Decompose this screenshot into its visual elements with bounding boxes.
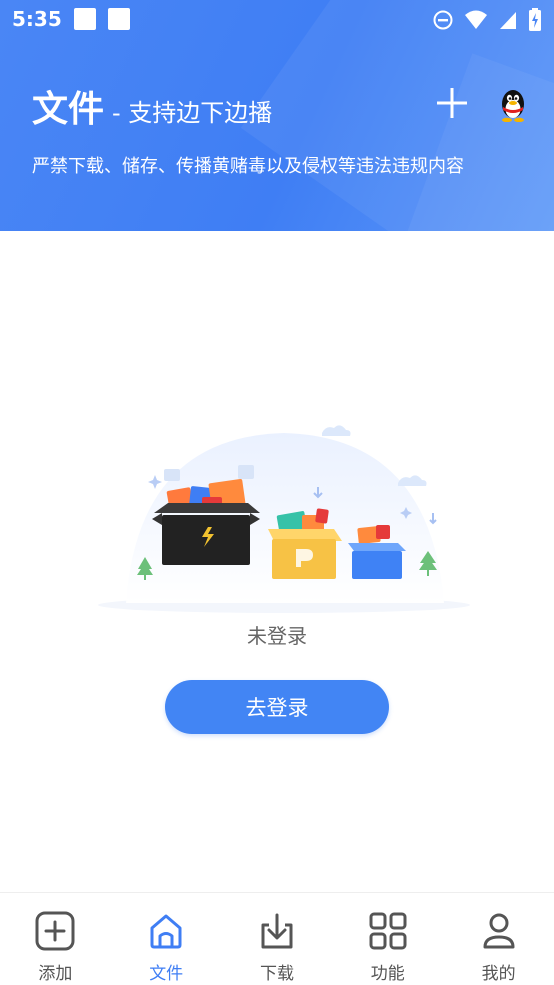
page-subtitle: - 支持边下边播 <box>112 99 273 127</box>
do-not-disturb-icon <box>433 10 453 30</box>
signal-icon <box>500 12 516 29</box>
download-icon <box>261 913 293 949</box>
page-title: 文件 <box>32 89 105 130</box>
profile-icon <box>483 913 515 949</box>
tab-label: 我的 <box>481 964 516 984</box>
qq-penguin-icon[interactable] <box>497 86 529 122</box>
tab-download[interactable]: 下载 <box>222 893 333 985</box>
tab-label: 文件 <box>149 964 184 984</box>
tab-add[interactable]: 添加 <box>0 893 111 985</box>
bottom-tab-bar: 添加 文件 下载 功能 我的 <box>0 892 554 985</box>
title-row: 文件 - 支持边下边播 <box>32 80 272 132</box>
header: 5:35 文件 - 支持边下边播 严禁下载、储存、传播黄赌毒以及侵权等违法违规内… <box>0 0 554 231</box>
tab-label: 添加 <box>38 964 73 984</box>
wifi-icon <box>465 10 487 29</box>
tab-label: 功能 <box>370 964 405 984</box>
file-content-area: 未登录 去登录 <box>0 231 554 892</box>
grid-icon <box>369 912 407 950</box>
login-button[interactable]: 去登录 <box>165 680 389 734</box>
add-square-icon <box>35 911 75 951</box>
plus-icon[interactable] <box>437 88 467 118</box>
empty-files-illustration <box>98 425 470 613</box>
status-bar: 5:35 <box>0 0 554 38</box>
tab-features[interactable]: 功能 <box>332 893 443 985</box>
login-status-text: 未登录 <box>247 624 307 648</box>
tab-label: 下载 <box>259 964 294 984</box>
tab-mine[interactable]: 我的 <box>443 893 554 985</box>
tab-files[interactable]: 文件 <box>111 893 222 985</box>
home-icon <box>150 914 182 949</box>
notification-icon <box>107 8 130 30</box>
legal-notice: 严禁下载、储存、传播黄赌毒以及侵权等违法违规内容 <box>32 156 464 177</box>
notification-icon <box>73 8 96 30</box>
status-time: 5:35 <box>12 7 62 31</box>
battery-icon <box>529 8 541 31</box>
